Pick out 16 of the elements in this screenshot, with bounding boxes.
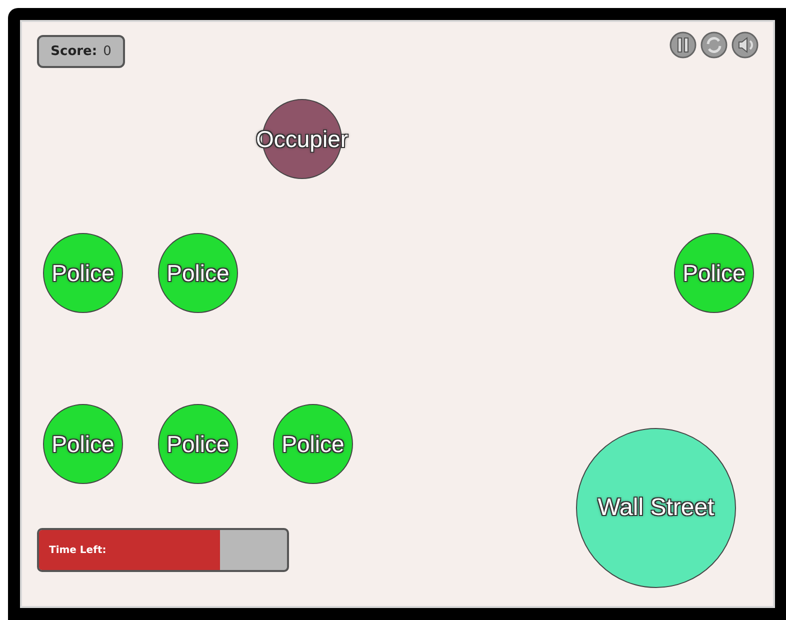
score-value: 0 bbox=[103, 44, 112, 59]
restart-button[interactable] bbox=[700, 31, 728, 59]
refresh-icon bbox=[700, 31, 728, 59]
score-label: Score: bbox=[50, 44, 98, 59]
node-label: Police bbox=[682, 260, 746, 286]
node-label: Police bbox=[166, 430, 230, 458]
node-label: Wall Street bbox=[598, 494, 714, 522]
pause-button[interactable] bbox=[669, 31, 697, 59]
node-label: Police bbox=[166, 260, 230, 286]
sound-button[interactable] bbox=[731, 31, 759, 59]
speaker-icon bbox=[731, 31, 759, 59]
node-label: Police bbox=[52, 260, 114, 286]
node-label: Police bbox=[52, 430, 114, 458]
time-label: Time Left: bbox=[49, 544, 106, 556]
node-label: Police bbox=[282, 430, 344, 458]
pause-icon bbox=[669, 31, 697, 59]
